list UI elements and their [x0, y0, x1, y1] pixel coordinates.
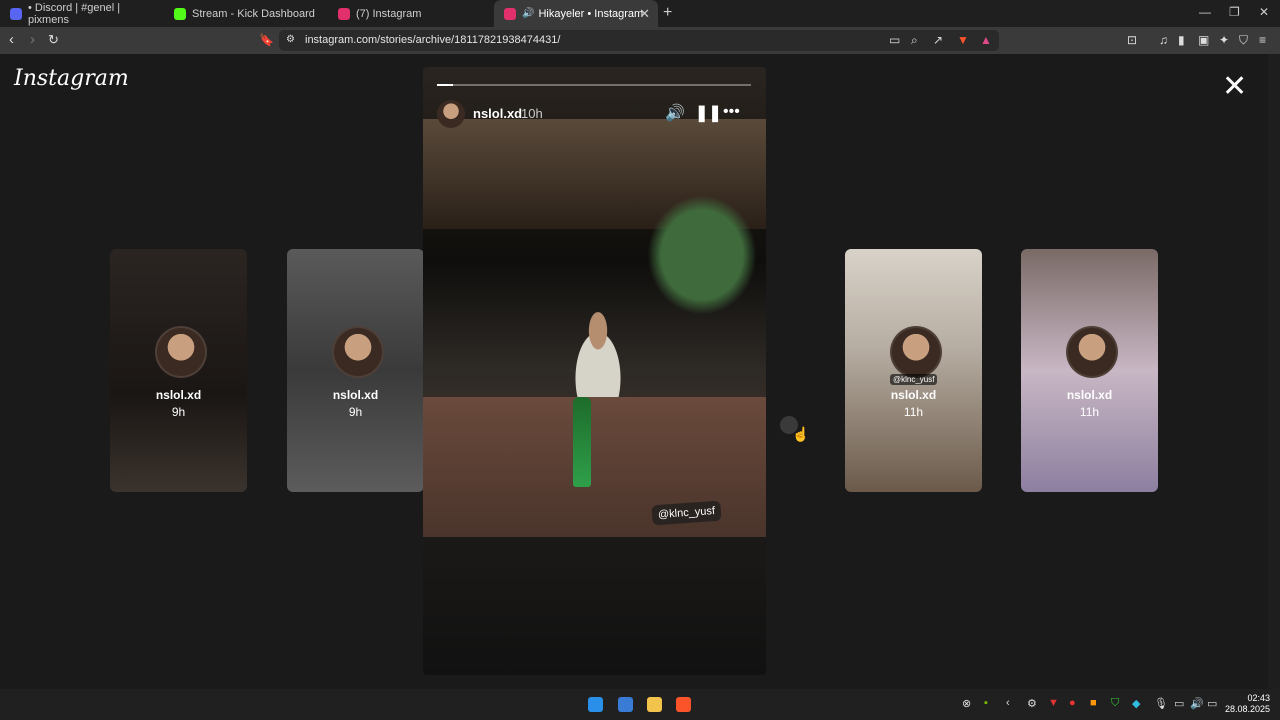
story-username: nslol.xd — [155, 388, 202, 402]
tab-discord[interactable]: • Discord | #genel | pixmens — [0, 0, 164, 27]
story-username: nslol.xd — [1066, 388, 1113, 402]
story-preview[interactable]: @klnc_yusf nslol.xd 11h — [845, 249, 982, 492]
menu-icon[interactable]: ≡ — [1259, 33, 1266, 47]
close-icon[interactable]: ✕ — [1222, 72, 1247, 102]
avatar[interactable] — [437, 100, 465, 128]
volume-icon[interactable]: 🔊 — [665, 103, 685, 123]
story-photo — [563, 307, 633, 402]
tab-bar: • Discord | #genel | pixmens Stream - Ki… — [0, 0, 1280, 27]
tab-label: • Discord | #genel | pixmens — [28, 1, 121, 26]
start-icon[interactable] — [588, 697, 603, 712]
story-preview[interactable]: nslol.xd 9h — [110, 249, 247, 492]
tray-icon[interactable]: ◆ — [1132, 697, 1140, 710]
tab-hikayeler[interactable]: 🔊 Hikayeler • Instagram ✕ — [494, 0, 658, 27]
brave-icon[interactable] — [676, 697, 691, 712]
forward-button[interactable]: › — [30, 31, 35, 48]
tab-label: (7) Instagram — [356, 7, 422, 20]
screenshot-icon[interactable]: ⊡ — [1127, 33, 1137, 47]
story-username: nslol.xd — [890, 388, 937, 402]
clock[interactable]: 02:43 28.08.2025 — [1225, 693, 1270, 715]
clock-date: 28.08.2025 — [1224, 704, 1270, 714]
site-info-icon[interactable]: ⚙ — [286, 34, 295, 45]
leo-icon[interactable]: ✦ — [1219, 33, 1229, 47]
speaker-icon: 🔊 — [522, 8, 535, 19]
microphone-icon[interactable]: 🎙 — [1154, 697, 1168, 710]
instagram-logo[interactable]: Instagram — [14, 66, 129, 91]
zoom-icon[interactable]: ⌕ — [911, 33, 918, 48]
battery-icon[interactable]: ▭ — [1207, 697, 1217, 710]
tab-instagram[interactable]: (7) Instagram — [328, 0, 492, 27]
tab-label: Stream - Kick Dashboard — [192, 7, 315, 20]
kick-icon — [174, 7, 186, 20]
story-progress-bar — [437, 84, 751, 86]
story-time: 11h — [903, 405, 924, 419]
story-preview[interactable]: nslol.xd 11h — [1021, 249, 1158, 492]
back-button[interactable]: ‹ — [9, 31, 14, 48]
steam-icon[interactable]: ⚙ — [1027, 697, 1037, 710]
close-tab-icon[interactable]: ✕ — [639, 6, 650, 22]
story-progress-fill — [437, 84, 453, 86]
tray-icon[interactable]: ■ — [1090, 697, 1097, 709]
stories-page: Instagram ✕ nslol.xd 9h nslol.xd 9h nslo… — [0, 54, 1268, 689]
url-text: instagram.com/stories/archive/1811782193… — [305, 34, 561, 46]
story-photo — [573, 397, 591, 487]
tray-icon[interactable]: ▼ — [1048, 697, 1059, 709]
more-options-icon[interactable]: ••• — [723, 103, 740, 121]
story-time: 9h — [348, 405, 363, 419]
cast-icon[interactable]: ▭ — [889, 33, 900, 47]
address-bar[interactable]: ⚙ instagram.com/stories/archive/18117821… — [279, 30, 999, 51]
tray-icon[interactable]: ⊗ — [962, 697, 971, 710]
story-username[interactable]: nslol.xd — [473, 106, 522, 121]
share-icon[interactable]: ↗ — [933, 33, 943, 47]
vpn-icon[interactable]: ⛉ — [1239, 33, 1248, 48]
sidebar-icon[interactable]: ▮ — [1178, 33, 1185, 47]
address-row: ‹ › ↻ 🔖 ⚙ instagram.com/stories/archive/… — [0, 27, 1280, 54]
clock-time: 02:43 — [1247, 693, 1270, 703]
instagram-icon — [338, 7, 350, 20]
rewards-icon[interactable]: ▲ — [980, 33, 992, 47]
avatar — [155, 326, 207, 378]
discord-icon — [10, 7, 22, 20]
volume-icon[interactable]: 🔊 — [1190, 697, 1204, 710]
network-icon[interactable]: ▭ — [1174, 697, 1184, 710]
cursor-icon: ☝ — [792, 426, 810, 442]
nvidia-icon[interactable]: ▪ — [984, 697, 988, 709]
pause-icon[interactable]: ❚❚ — [695, 103, 722, 123]
avatar — [332, 326, 384, 378]
media-icon[interactable]: ♫ — [1159, 33, 1168, 47]
restore-button[interactable]: ❐ — [1229, 5, 1240, 19]
shield-icon[interactable]: ⛉ — [1111, 697, 1119, 710]
wallet-icon[interactable]: ▣ — [1198, 33, 1209, 47]
story-time: 9h — [171, 405, 186, 419]
minimize-button[interactable]: — — [1199, 5, 1211, 19]
new-tab-button[interactable]: + — [663, 4, 672, 22]
window-close-button[interactable]: ✕ — [1259, 5, 1269, 19]
story-time: 10h — [521, 106, 543, 121]
tab-label: Hikayeler • Instagram — [538, 7, 644, 20]
avatar — [890, 326, 942, 378]
story-preview[interactable]: nslol.xd 9h — [287, 249, 424, 492]
tray-icon[interactable]: ● — [1069, 697, 1076, 709]
taskbar: ⊗ ▪ ‹ ⚙ ▼ ● ■ ⛉ ◆ 🎙 ▭ 🔊 ▭ 02:43 28.08.20… — [0, 689, 1280, 720]
bookmark-icon[interactable]: 🔖 — [259, 33, 274, 47]
current-story[interactable]: nslol.xd 10h 🔊 ❚❚ ••• @klnc_yusf — [423, 67, 766, 675]
instagram-icon — [504, 7, 516, 20]
reload-button[interactable]: ↻ — [48, 32, 59, 48]
tray-icon[interactable]: ‹ — [1006, 697, 1010, 709]
tab-kick[interactable]: Stream - Kick Dashboard — [164, 0, 328, 27]
mention-sticker: @klnc_yusf — [890, 374, 938, 385]
scrollbar[interactable] — [1268, 54, 1280, 689]
file-explorer-icon[interactable] — [647, 697, 662, 712]
brave-shield-icon[interactable]: ▼ — [957, 33, 969, 47]
story-photo — [638, 185, 766, 325]
story-username: nslol.xd — [332, 388, 379, 402]
widgets-icon[interactable] — [618, 697, 633, 712]
story-time: 11h — [1079, 405, 1100, 419]
avatar — [1066, 326, 1118, 378]
